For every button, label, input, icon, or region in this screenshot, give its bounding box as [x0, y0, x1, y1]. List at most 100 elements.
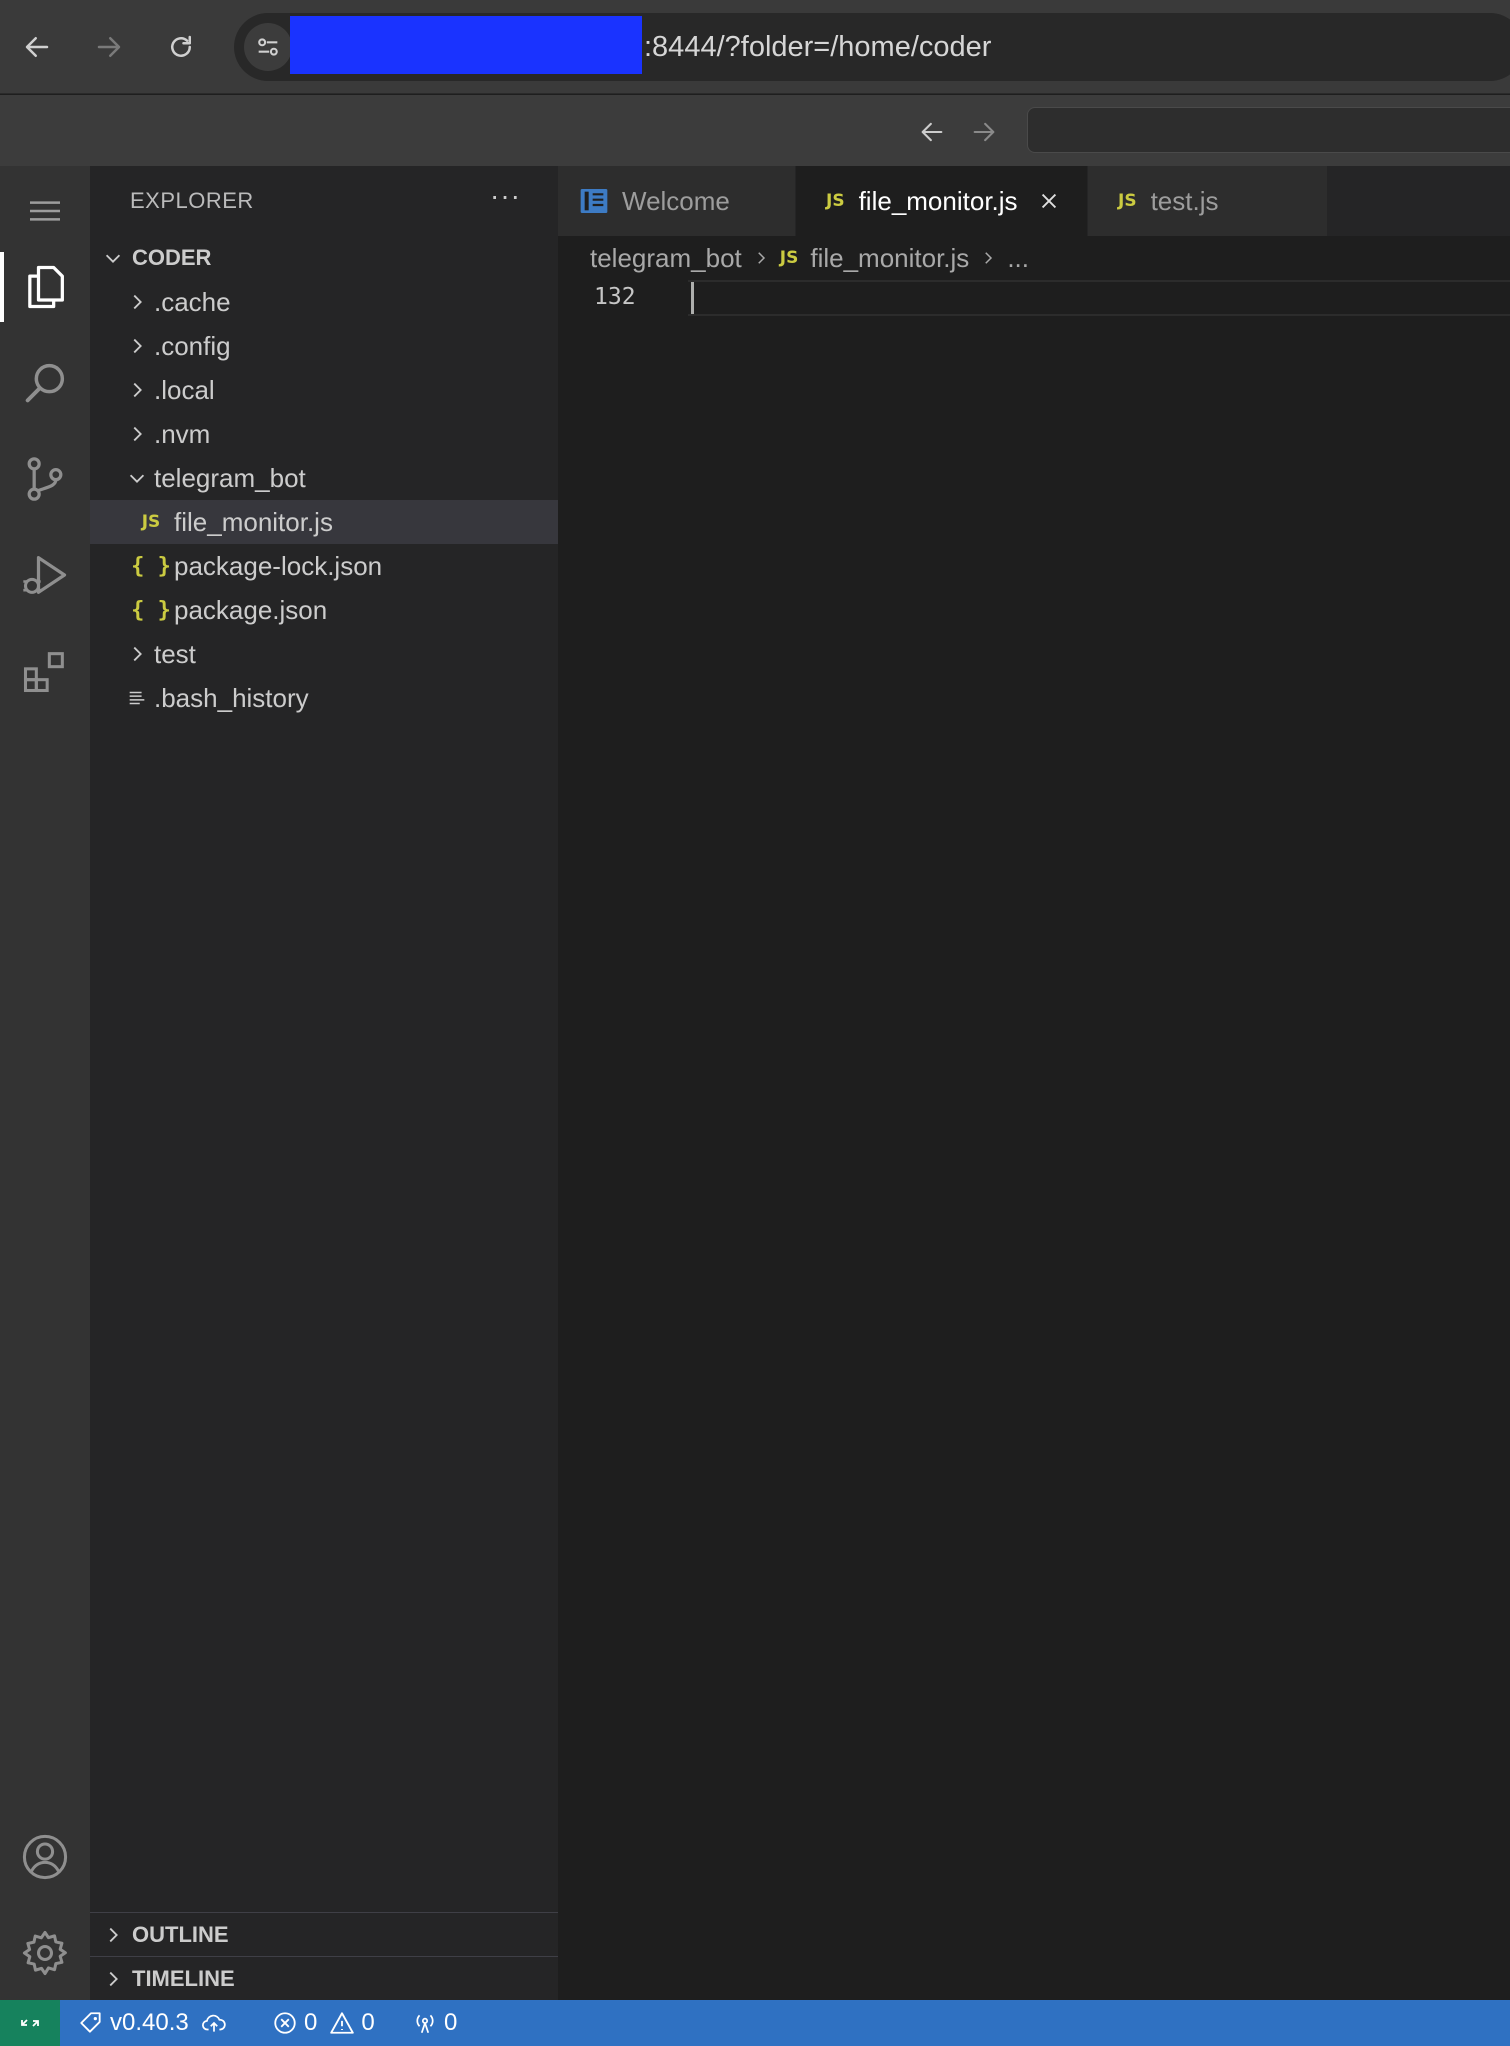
code-editor[interactable]: 132: [558, 280, 1510, 2000]
current-line-highlight: [688, 280, 1510, 316]
chevron-right-icon: [133, 382, 142, 398]
breadcrumb: telegram_bot JS file_monitor.js ...: [558, 236, 1510, 280]
welcome-icon: [580, 189, 608, 213]
ports-count: 0: [444, 2009, 458, 2036]
search-icon: [25, 363, 65, 403]
tree-folder-telegram-bot[interactable]: telegram_bot: [90, 456, 558, 500]
tree-folder-config[interactable]: .config: [90, 324, 558, 368]
version-label: v0.40.3: [110, 2009, 189, 2036]
arrow-right-icon: [973, 122, 995, 142]
text-file-icon: [129, 691, 145, 705]
title-bar: [0, 95, 1510, 166]
tab-test-js[interactable]: JS test.js: [1088, 166, 1328, 236]
chevron-right-icon: [133, 338, 142, 354]
problems-status[interactable]: 0 0: [272, 2000, 375, 2046]
tag-icon: [80, 2012, 101, 2033]
chevron-right-icon: [985, 252, 993, 264]
go-forward-button[interactable]: [966, 114, 1002, 150]
warning-icon: [330, 2012, 355, 2034]
tree-item-label: file_monitor.js: [174, 506, 333, 537]
go-back-button[interactable]: [914, 114, 950, 150]
tab-file-monitor[interactable]: JS file_monitor.js: [796, 166, 1088, 236]
chevron-right-icon: [133, 646, 142, 662]
javascript-file-icon: JS: [779, 248, 799, 268]
outline-section-header[interactable]: OUTLINE: [90, 1913, 558, 1957]
chevron-right-icon: [133, 294, 142, 310]
version-status[interactable]: v0.40.3: [78, 2000, 233, 2046]
files-icon: [28, 265, 64, 309]
gear-icon: [22, 1930, 67, 1976]
activity-run-debug[interactable]: [0, 530, 90, 620]
browser-forward-button[interactable]: [86, 24, 132, 70]
tune-icon: [258, 38, 278, 56]
workspace-root-label: CODER: [132, 245, 212, 270]
address-bar[interactable]: :8444/?folder=/home/coder: [234, 13, 1510, 81]
arrow-left-icon: [25, 37, 49, 57]
tree-file-bash-history[interactable]: .bash_history: [90, 676, 558, 720]
browser-back-button[interactable]: [14, 24, 60, 70]
status-bar: v0.40.3 0 0 0: [0, 2000, 1510, 2046]
breadcrumb-folder[interactable]: telegram_bot: [590, 243, 742, 274]
run-debug-icon: [23, 556, 67, 594]
tree-folder-local[interactable]: .local: [90, 368, 558, 412]
arrow-left-icon: [921, 122, 943, 142]
activity-accounts[interactable]: [0, 1812, 90, 1902]
tree-item-label: package.json: [174, 594, 328, 625]
editor-tabs: Welcome JS file_monitor.js JS test.js: [558, 166, 1510, 236]
javascript-file-icon: JS: [141, 512, 161, 532]
tree-file-file-monitor[interactable]: JS file_monitor.js: [90, 500, 558, 544]
tab-welcome[interactable]: Welcome: [558, 166, 796, 236]
outline-label: OUTLINE: [132, 1922, 229, 1947]
activity-manage[interactable]: [0, 1908, 90, 1998]
line-number: 132: [594, 284, 636, 310]
browser-reload-button[interactable]: [158, 24, 204, 70]
ports-status[interactable]: 0: [412, 2000, 457, 2046]
error-icon: [274, 2012, 296, 2034]
tree-folder-cache[interactable]: .cache: [90, 280, 558, 324]
json-file-icon: { }: [131, 597, 171, 623]
json-file-icon: { }: [131, 553, 171, 579]
chevron-right-icon: [133, 426, 142, 442]
url-text: :8444/?folder=/home/coder: [644, 31, 992, 63]
tree-folder-nvm[interactable]: .nvm: [90, 412, 558, 456]
tree-item-label: test: [154, 638, 196, 669]
site-settings-button[interactable]: [244, 23, 292, 71]
tree-file-package-json[interactable]: { } package.json: [90, 588, 558, 632]
tab-label: file_monitor.js: [858, 185, 1018, 216]
cloud-upload-icon: [201, 2014, 226, 2032]
sidebar-title: EXPLORER: [130, 188, 254, 213]
tree-folder-test[interactable]: test: [90, 632, 558, 676]
breadcrumb-file[interactable]: file_monitor.js: [810, 243, 969, 274]
remote-icon: [21, 2019, 39, 2027]
tree-item-label: .local: [154, 374, 215, 405]
browser-toolbar: :8444/?folder=/home/coder: [0, 0, 1510, 94]
command-center[interactable]: [1027, 107, 1510, 153]
text-cursor: [691, 282, 694, 314]
error-count: 0: [304, 2009, 318, 2036]
tree-file-package-lock[interactable]: { } package-lock.json: [90, 544, 558, 588]
tree-item-label: .cache: [154, 286, 231, 317]
tab-label: test.js: [1150, 185, 1219, 216]
activity-search[interactable]: [0, 338, 90, 428]
tree-item-label: .nvm: [154, 418, 211, 449]
chevron-down-icon: [129, 474, 145, 483]
activity-explorer[interactable]: [0, 242, 90, 332]
workspace-root-header[interactable]: CODER: [90, 236, 558, 280]
timeline-label: TIMELINE: [132, 1966, 235, 1991]
timeline-section-header[interactable]: TIMELINE: [90, 1957, 558, 2001]
remote-indicator[interactable]: [0, 2000, 60, 2046]
close-icon[interactable]: [1038, 190, 1060, 212]
breadcrumb-symbols[interactable]: ...: [1007, 243, 1029, 274]
extensions-icon: [23, 652, 64, 693]
hamburger-menu-icon: [30, 201, 60, 221]
javascript-file-icon: JS: [826, 191, 845, 211]
chevron-right-icon: [757, 252, 765, 264]
activity-extensions[interactable]: [0, 626, 90, 716]
broadcast-icon: [416, 2014, 434, 2034]
tree-item-label: .bash_history: [154, 682, 309, 713]
chevron-right-icon: [109, 1971, 118, 1987]
activity-source-control[interactable]: [0, 434, 90, 524]
tree-item-label: package-lock.json: [174, 550, 383, 581]
more-actions-button[interactable]: ···: [490, 180, 521, 212]
tree-item-label: .config: [154, 330, 231, 361]
